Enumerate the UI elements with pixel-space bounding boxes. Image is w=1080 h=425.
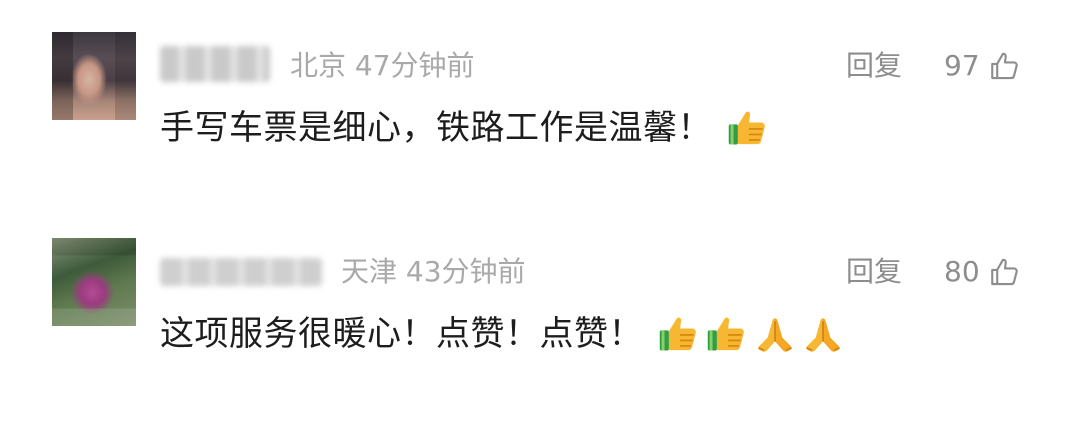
thumbs-up-emoji-icon bbox=[728, 111, 765, 145]
like-count: 80 bbox=[944, 255, 980, 288]
comment-body: 手写车票是细心，铁路工作是温馨！ bbox=[160, 104, 774, 152]
comment-body: 这项服务很暖心！点赞！点赞！ bbox=[160, 310, 849, 358]
comment-text: 手写车票是细心，铁路工作是温馨！ bbox=[160, 108, 712, 148]
like-count: 97 bbox=[944, 49, 980, 82]
like-button[interactable]: 80 bbox=[944, 252, 1022, 292]
avatar[interactable] bbox=[52, 32, 136, 120]
location-label: 天津 bbox=[341, 255, 398, 288]
thumbs-up-emoji-icon bbox=[659, 317, 696, 351]
thumbs-up-outline-icon bbox=[990, 258, 1018, 286]
emoji-group bbox=[657, 312, 849, 356]
thumbs-up-outline-icon bbox=[990, 52, 1018, 80]
like-button[interactable]: 97 bbox=[944, 46, 1022, 86]
username-blurred[interactable] bbox=[160, 46, 270, 82]
comment-meta: 天津 43分钟前 bbox=[341, 252, 526, 292]
timestamp-label: 43分钟前 bbox=[405, 255, 526, 288]
avatar[interactable] bbox=[52, 238, 136, 326]
folded-hands-emoji-icon bbox=[758, 318, 792, 352]
emoji-group bbox=[726, 106, 774, 150]
folded-hands-emoji-icon bbox=[806, 318, 840, 352]
thumbs-up-emoji-icon bbox=[707, 317, 744, 351]
timestamp-label: 47分钟前 bbox=[354, 49, 475, 82]
reply-button[interactable]: 回复 bbox=[846, 46, 902, 86]
comment-meta: 北京 47分钟前 bbox=[290, 46, 475, 86]
location-label: 北京 bbox=[290, 49, 347, 82]
reply-button[interactable]: 回复 bbox=[846, 252, 902, 292]
comment-text: 这项服务很暖心！点赞！点赞！ bbox=[160, 314, 643, 354]
username-blurred[interactable] bbox=[160, 258, 322, 286]
